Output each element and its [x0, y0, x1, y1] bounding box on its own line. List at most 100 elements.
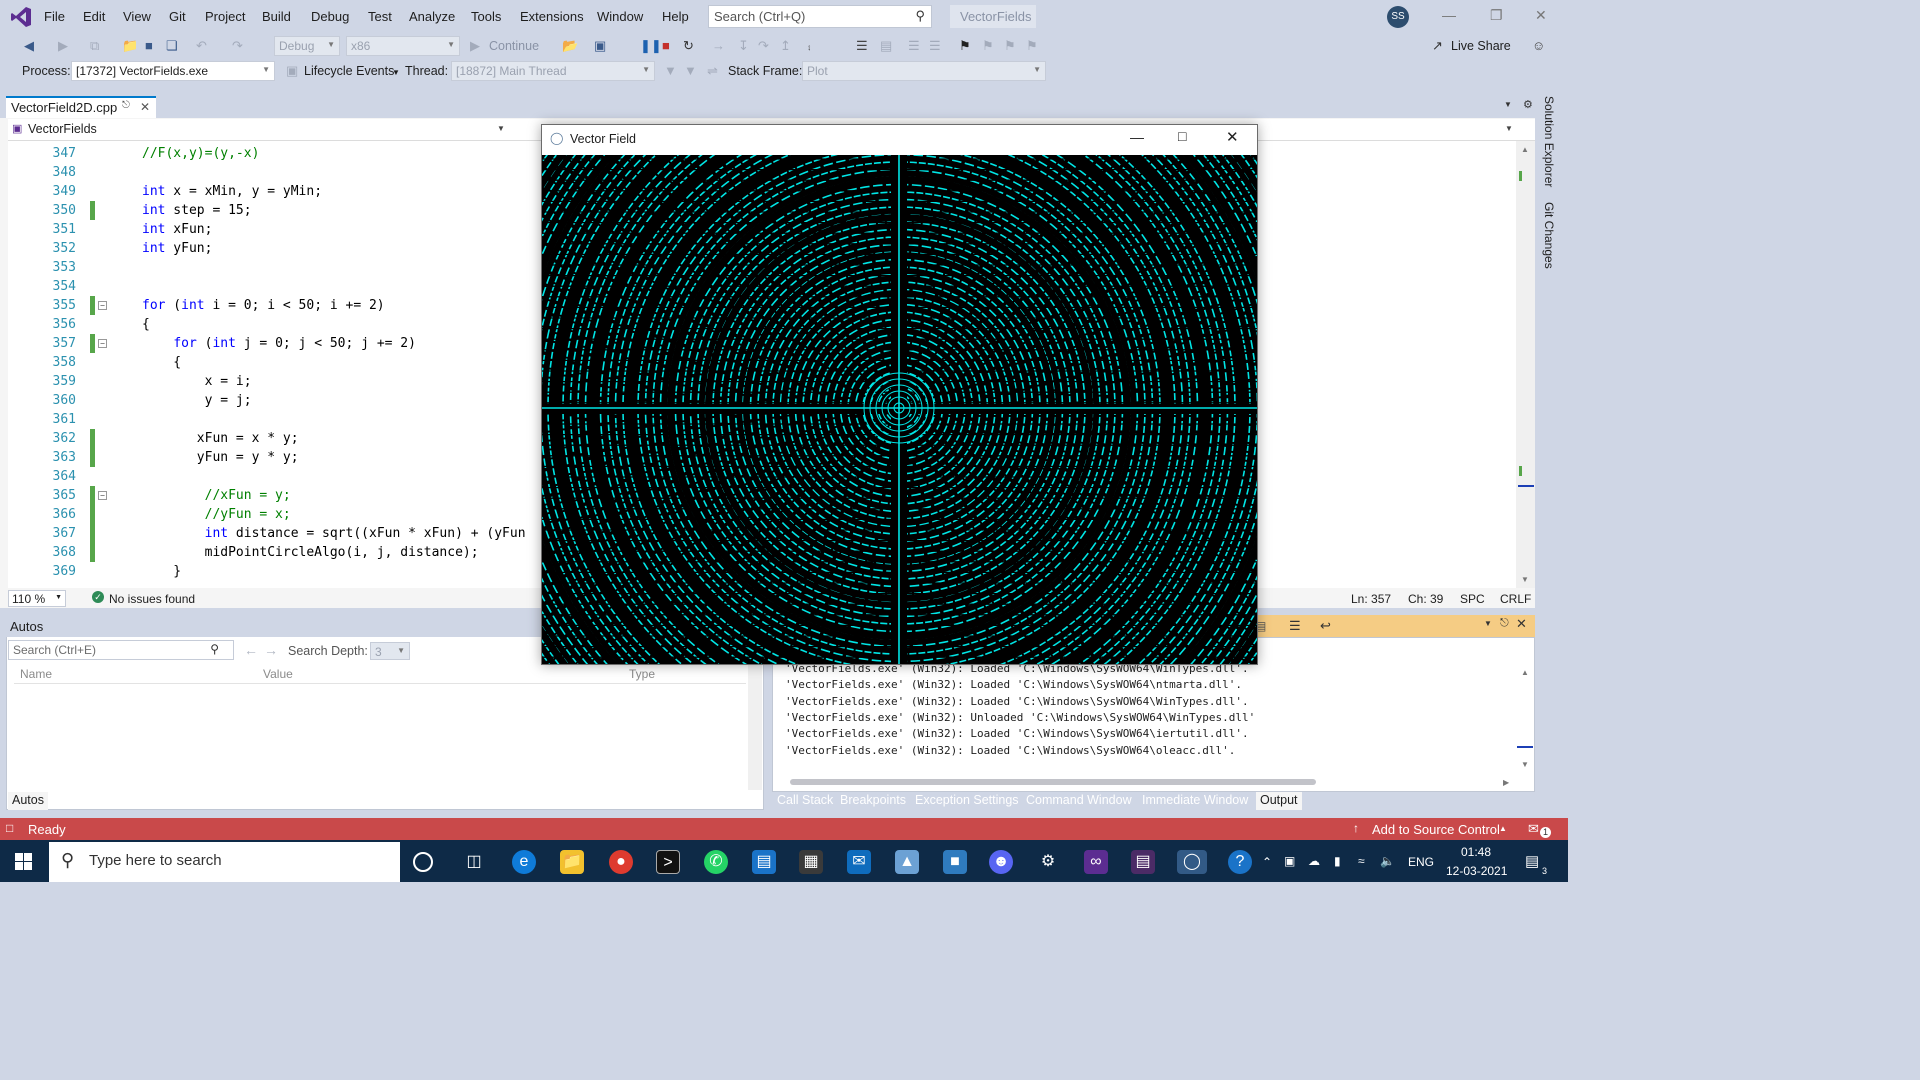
avatar[interactable]: SS: [1387, 6, 1409, 28]
stack-frame-dropdown[interactable]: Plot ▼: [802, 61, 1046, 81]
clear-all-icon[interactable]: ☰: [1289, 618, 1301, 634]
output-scroll-thumb[interactable]: [1517, 746, 1533, 748]
column-value[interactable]: Value: [263, 667, 293, 681]
discord-icon[interactable]: ☻: [989, 850, 1013, 874]
output-scroll-down-icon[interactable]: ▼: [1521, 760, 1529, 769]
new-project-icon[interactable]: ⧉: [90, 38, 99, 54]
menu-file[interactable]: File: [44, 9, 65, 24]
lifecycle-chevron-down-icon[interactable]: ▼: [392, 68, 400, 77]
open-folder-icon[interactable]: 📁: [122, 38, 138, 54]
thread-dropdown[interactable]: [18872] Main Thread ▼: [451, 61, 655, 81]
solution-explorer-tab[interactable]: Solution Explorer: [1542, 96, 1556, 187]
vector-field-taskbar-icon[interactable]: ◯: [1177, 850, 1207, 874]
feedback-icon[interactable]: ☺: [1532, 38, 1545, 53]
line-number[interactable]: Ln: 357: [1351, 592, 1391, 606]
search-forward-icon[interactable]: →: [264, 642, 278, 658]
hex-icon[interactable]: ⨾: [808, 38, 811, 54]
menu-tools[interactable]: Tools: [471, 9, 501, 24]
output-options-chevron-down-icon[interactable]: ▼: [1484, 619, 1492, 628]
show-next-statement-icon[interactable]: →: [712, 38, 725, 53]
tab-immediate-window[interactable]: Immediate Window: [1138, 792, 1252, 810]
cortana-icon[interactable]: [413, 852, 433, 872]
forward-icon[interactable]: ▶: [58, 38, 68, 54]
tab-list-chevron-down-icon[interactable]: ▼: [1504, 100, 1512, 109]
scroll-down-icon[interactable]: ▼: [1521, 575, 1529, 584]
step-over-icon[interactable]: ↷: [758, 38, 769, 54]
menu-git[interactable]: Git: [169, 9, 186, 24]
configuration-dropdown[interactable]: Debug ▼: [274, 36, 340, 56]
restart-icon[interactable]: ↻: [683, 38, 694, 54]
back-icon[interactable]: ◀: [24, 38, 34, 54]
whatsapp-icon[interactable]: ✆: [704, 850, 728, 874]
search-depth-dropdown[interactable]: 3 ▼: [370, 642, 410, 660]
line-ending[interactable]: CRLF: [1500, 592, 1531, 606]
output-horizontal-scrollbar[interactable]: [790, 779, 1316, 785]
clock-date[interactable]: 12-03-2021: [1446, 864, 1507, 878]
chrome-icon[interactable]: ●: [609, 850, 633, 874]
action-center-icon[interactable]: ▤: [1525, 852, 1539, 870]
undo-icon[interactable]: ↶: [196, 38, 207, 54]
volume-icon[interactable]: 🔈: [1380, 854, 1395, 868]
bookmark-icon[interactable]: ⚑: [959, 38, 971, 54]
tab-close-icon[interactable]: ✕: [140, 100, 150, 114]
browse-icon[interactable]: 📂: [562, 38, 578, 54]
settings-gear-icon[interactable]: ⚙: [1523, 98, 1533, 111]
live-share-icon[interactable]: ↗: [1432, 38, 1443, 54]
menu-view[interactable]: View: [123, 9, 151, 24]
flag-filter-icon[interactable]: ▼: [684, 63, 697, 78]
issues-status[interactable]: No issues found: [109, 592, 195, 606]
autos-search-input[interactable]: Search (Ctrl+E) ⚲: [8, 640, 234, 660]
window-close-icon[interactable]: ✕: [1226, 128, 1239, 146]
minimize-icon[interactable]: —: [1130, 129, 1144, 145]
tray-chevron-up-icon[interactable]: ⌃: [1262, 855, 1272, 869]
onedrive-icon[interactable]: ☁: [1308, 854, 1320, 868]
continue-icon[interactable]: ▶: [470, 38, 480, 54]
menu-project[interactable]: Project: [205, 9, 245, 24]
photos-icon[interactable]: ▲: [895, 850, 919, 874]
output-scroll-up-icon[interactable]: ▲: [1521, 668, 1529, 677]
vector-field-titlebar[interactable]: ◯ Vector Field — □ ✕: [542, 125, 1257, 155]
pause-icon[interactable]: ❚❚: [640, 38, 662, 54]
live-share-button[interactable]: Live Share: [1451, 39, 1511, 53]
tab-autos[interactable]: Autos: [8, 792, 48, 810]
git-changes-tab[interactable]: Git Changes: [1542, 202, 1556, 269]
clock-time[interactable]: 01:48: [1461, 845, 1491, 859]
source-control-chevron-up-icon[interactable]: ▲: [1499, 824, 1507, 833]
help-icon[interactable]: ?: [1228, 850, 1252, 874]
taskbar-search-input[interactable]: ⚲ Type here to search: [49, 842, 400, 882]
mail-icon[interactable]: ✉: [847, 850, 871, 874]
visual-studio-taskbar-icon[interactable]: ∞: [1084, 850, 1108, 874]
indent-mode[interactable]: SPC: [1460, 592, 1485, 606]
word-wrap-icon[interactable]: ↩: [1320, 618, 1331, 634]
tab-output[interactable]: Output: [1256, 792, 1302, 810]
comment-icon[interactable]: ☰: [908, 38, 920, 54]
format-icon[interactable]: ▤: [880, 38, 892, 54]
zoom-dropdown[interactable]: 110 % ▼: [8, 590, 66, 607]
search-input[interactable]: Search (Ctrl+Q) ⚲: [708, 5, 932, 28]
attach-icon[interactable]: ▣: [594, 38, 606, 54]
scope-chevron-down-icon[interactable]: ▼: [497, 124, 505, 133]
fold-toggle-icon[interactable]: −: [98, 301, 107, 310]
fold-toggle-icon[interactable]: −: [98, 491, 107, 500]
scroll-up-icon[interactable]: ▲: [1521, 145, 1529, 154]
threads-icon[interactable]: ☰: [856, 38, 868, 54]
clear-bookmarks-icon[interactable]: ⚑: [1026, 38, 1038, 54]
language-indicator[interactable]: ENG: [1408, 855, 1434, 869]
restore-icon[interactable]: ❐: [1490, 7, 1503, 24]
file-explorer-icon[interactable]: 📁: [560, 850, 584, 874]
column-name[interactable]: Name: [20, 667, 52, 681]
column-type[interactable]: Type: [629, 667, 655, 681]
output-close-icon[interactable]: ✕: [1516, 616, 1527, 632]
step-out-icon[interactable]: ↥: [780, 38, 791, 54]
menu-edit[interactable]: Edit: [83, 9, 105, 24]
menu-extensions[interactable]: Extensions: [520, 9, 584, 24]
redo-icon[interactable]: ↷: [232, 38, 243, 54]
task-view-icon[interactable]: ◫: [462, 850, 486, 874]
fold-toggle-icon[interactable]: −: [98, 339, 107, 348]
tab-command-window[interactable]: Command Window: [1022, 792, 1136, 810]
windows-start-icon[interactable]: [15, 853, 32, 870]
menu-analyze[interactable]: Analyze: [409, 9, 455, 24]
tab-breakpoints[interactable]: Breakpoints: [836, 792, 910, 810]
menu-help[interactable]: Help: [662, 9, 689, 24]
autos-scrollbar[interactable]: [748, 664, 762, 790]
